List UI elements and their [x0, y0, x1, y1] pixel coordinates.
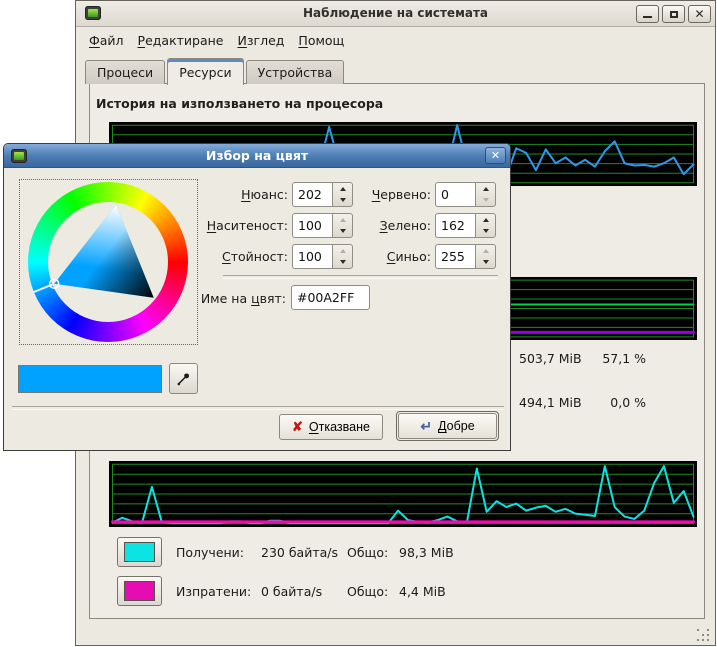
received-label: Получени:: [176, 545, 244, 560]
blue-label: Синьо:: [349, 249, 431, 264]
ok-button-focus-ring: ↵ Добре: [396, 411, 499, 441]
received-color-button[interactable]: [117, 537, 162, 567]
spin-up-icon[interactable]: [476, 183, 495, 195]
received-total-label: Общо:: [347, 545, 388, 560]
cpu-history-title: История на използването на процесора: [96, 96, 383, 111]
cancel-x-icon: ✘: [292, 419, 303, 435]
spin-down-icon[interactable]: [476, 195, 495, 207]
color-picker-dialog: Избор на цвят ✕: [3, 143, 511, 451]
saturation-input[interactable]: [292, 213, 333, 238]
tab-processes[interactable]: Процеси: [85, 60, 165, 84]
fields-separator: [223, 275, 498, 279]
close-icon: ✕: [694, 8, 704, 20]
green-label: Зелено:: [349, 218, 431, 233]
minimize-icon: [643, 16, 652, 18]
window-controls: ✕: [636, 5, 711, 23]
red-label: Червено:: [349, 187, 431, 202]
sent-label: Изпратени:: [176, 584, 251, 599]
spin-down-icon[interactable]: [476, 257, 495, 269]
spin-down-icon[interactable]: [476, 226, 495, 238]
hue-input[interactable]: [292, 182, 333, 207]
swap-percent: 0,0 %: [546, 395, 646, 410]
status-bar: [76, 619, 715, 645]
window-titlebar[interactable]: Наблюдение на системата ✕: [76, 1, 715, 27]
tab-devices[interactable]: Устройства: [246, 60, 345, 84]
tab-resources[interactable]: Ресурси: [167, 58, 243, 85]
tab-bar: Процеси Ресурси Устройства: [85, 53, 346, 84]
red-spinner[interactable]: [475, 182, 496, 207]
window-title: Наблюдение на системата: [76, 6, 715, 20]
saturation-label: Наситеност:: [144, 218, 288, 233]
ok-enter-icon: ↵: [420, 419, 432, 433]
received-rate: 230 байта/s: [261, 545, 338, 560]
received-legend-row: Получени: 230 байта/s Общо: 98,3 MiB: [117, 537, 537, 567]
value-label: Стойност:: [144, 249, 288, 264]
minimize-button[interactable]: [636, 5, 659, 23]
cancel-button-label: Отказване: [309, 420, 370, 434]
menu-help[interactable]: Помощ: [291, 30, 351, 51]
color-preview-swatch: [18, 365, 162, 393]
red-input[interactable]: [435, 182, 476, 207]
hue-label: Нюанс:: [144, 187, 288, 202]
buttons-separator: [12, 406, 504, 410]
maximize-button[interactable]: [662, 5, 685, 23]
sent-total: 4,4 MiB: [399, 584, 446, 599]
received-color-swatch: [124, 542, 155, 562]
sent-color-swatch: [124, 581, 155, 601]
sent-rate: 0 байта/s: [261, 584, 322, 599]
eyedropper-icon: [176, 371, 191, 387]
desktop: Наблюдение на системата ✕ Файл Редактира…: [0, 0, 717, 647]
sent-legend-row: Изпратени: 0 байта/s Общо: 4,4 MiB: [117, 576, 537, 606]
menu-edit[interactable]: Редактиране: [131, 30, 231, 51]
sent-color-button[interactable]: [117, 576, 162, 606]
color-name-input[interactable]: [291, 285, 370, 310]
dialog-titlebar[interactable]: Избор на цвят ✕: [4, 144, 510, 168]
maximize-icon: [670, 11, 678, 18]
blue-input[interactable]: [435, 244, 476, 269]
green-spinner[interactable]: [475, 213, 496, 238]
memory-percent: 57,1 %: [546, 351, 646, 366]
sent-total-label: Общо:: [347, 584, 388, 599]
menubar: Файл Редактиране Изглед Помощ: [76, 27, 715, 53]
blue-spinner[interactable]: [475, 244, 496, 269]
value-input[interactable]: [292, 244, 333, 269]
close-icon: ✕: [491, 149, 500, 162]
network-history-chart: [109, 461, 697, 527]
ok-button[interactable]: ↵ Добре: [398, 413, 497, 439]
spin-up-icon[interactable]: [476, 245, 495, 257]
menu-view[interactable]: Изглед: [231, 30, 292, 51]
spin-up-icon[interactable]: [476, 214, 495, 226]
resize-grip[interactable]: [696, 628, 710, 642]
received-total: 98,3 MiB: [399, 545, 454, 560]
dialog-title: Избор на цвят: [4, 148, 510, 163]
green-input[interactable]: [435, 213, 476, 238]
cancel-button[interactable]: ✘ Отказване: [279, 414, 383, 440]
menu-file[interactable]: Файл: [82, 30, 131, 51]
close-button[interactable]: ✕: [688, 5, 711, 23]
ok-button-label: Добре: [438, 419, 475, 433]
eyedropper-button[interactable]: [169, 363, 198, 394]
dialog-close-button[interactable]: ✕: [485, 147, 506, 164]
color-name-label: Име на цвят:: [144, 291, 286, 306]
